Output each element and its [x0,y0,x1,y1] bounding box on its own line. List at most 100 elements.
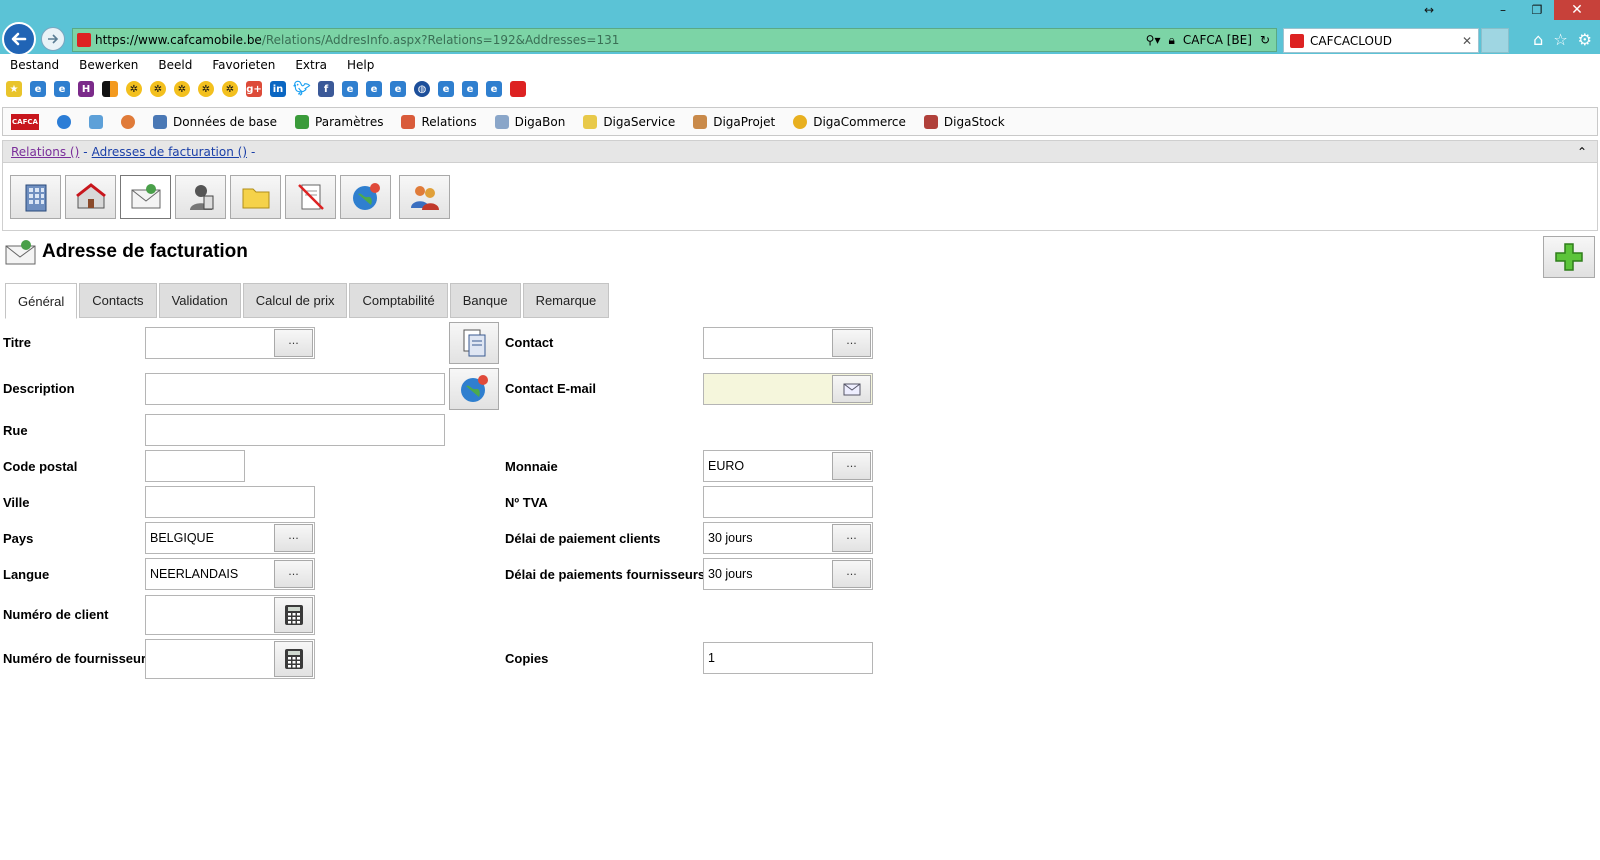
tab-contacts[interactable]: Contacts [79,283,157,318]
search-icon[interactable]: ⚲▾ [1146,33,1161,47]
billing-address-button[interactable] [120,175,171,219]
close-tab-icon[interactable]: ✕ [1462,34,1472,48]
globe-icon[interactable] [57,114,71,129]
delai-fournisseurs-lookup-button[interactable]: ··· [832,560,871,588]
monnaie-lookup-button[interactable]: ··· [832,452,871,480]
tva-field[interactable] [703,486,873,518]
site-identity[interactable]: CAFCA [BE] [1183,33,1252,47]
resize-icon[interactable]: ↔ [1412,0,1446,20]
breadcrumb-relations[interactable]: Relations () [11,145,79,159]
menu-bestand[interactable]: Bestand [10,58,59,72]
toolbar-digabon[interactable]: DigaBon [494,114,565,129]
toolbar-digaservice[interactable]: DigaService [583,114,675,129]
menu-favorieten[interactable]: Favorieten [212,58,275,72]
web-button[interactable] [340,175,391,219]
pays-lookup-button[interactable]: ··· [274,524,313,552]
favorites-star-icon[interactable]: ☆ [1553,30,1567,49]
tab-calcul-de-prix[interactable]: Calcul de prix [242,283,348,318]
ie-link-icon[interactable]: e [54,81,70,97]
tab-general[interactable]: Général [5,283,78,319]
address-bar[interactable]: https://www. cafcamobile.be/Relations/Add… [72,28,1277,52]
ie-link-icon[interactable]: e [30,81,46,97]
toolbar-digacommerce[interactable]: DigaCommerce [793,114,906,129]
contacts-button[interactable] [175,175,226,219]
toolbar-relations[interactable]: Relations [401,114,477,129]
user-icon[interactable] [121,114,135,129]
tva-label: Nº TVA [505,495,548,510]
titre-lookup-button[interactable]: ··· [274,329,313,357]
ie-link-icon[interactable]: e [438,81,454,97]
web-lookup-button[interactable] [449,368,499,410]
menu-beeld[interactable]: Beeld [158,58,192,72]
forward-button[interactable] [41,27,65,51]
langue-lookup-button[interactable]: ··· [274,560,313,588]
numero-client-generate-button[interactable] [274,597,313,633]
numero-fournisseur-generate-button[interactable] [274,641,313,677]
company-button[interactable] [10,175,61,219]
relations-button[interactable] [399,175,450,219]
folder-button[interactable] [230,175,281,219]
description-field[interactable] [145,373,445,405]
send-email-button[interactable] [832,375,871,403]
rue-field[interactable] [145,414,445,446]
menu-extra[interactable]: Extra [295,58,327,72]
tab-remarque[interactable]: Remarque [522,283,610,318]
delivery-address-button[interactable] [65,175,116,219]
home-icon[interactable]: ⌂ [1533,30,1543,49]
delai-clients-lookup-button[interactable]: ··· [832,524,871,552]
gear-icon[interactable]: ⚙ [1578,30,1592,49]
ie-link-icon[interactable]: e [366,81,382,97]
tab-banque[interactable]: Banque [449,283,521,318]
copies-field[interactable]: 1 [703,642,873,674]
back-button[interactable] [2,22,36,56]
page-heading: Adresse de facturation [4,236,248,268]
minimize-button[interactable]: – [1486,0,1520,20]
ie-link-icon[interactable]: e [462,81,478,97]
linkedin-icon[interactable]: in [270,81,286,97]
titre-label: Titre [3,335,31,350]
ville-field[interactable] [145,486,315,518]
new-tab-button[interactable] [1481,28,1509,53]
cafca-link-icon[interactable] [510,81,526,97]
toolbar-donnees-de-base[interactable]: Données de base [153,114,277,129]
menu-bewerken[interactable]: Bewerken [79,58,138,72]
wheel-link-icon[interactable]: ✲ [150,81,166,97]
tab-comptabilite[interactable]: Comptabilité [349,283,448,318]
close-window-button[interactable]: ✕ [1554,0,1600,20]
ie-link-icon[interactable]: e [342,81,358,97]
wheel-link-icon[interactable]: ✲ [174,81,190,97]
tab-validation[interactable]: Validation [158,283,241,318]
copy-address-button[interactable] [449,322,499,364]
wheel-link-icon[interactable]: ✲ [198,81,214,97]
form-tabs: Général Contacts Validation Calcul de pr… [5,283,610,319]
add-button[interactable] [1543,236,1595,278]
wheel-link-icon[interactable]: ✲ [126,81,142,97]
cafca-logo[interactable]: CAFCA [11,113,39,130]
breadcrumb-adresses-facturation[interactable]: Adresses de facturation () [92,145,247,159]
flag-link-icon[interactable] [102,81,118,97]
toolbar-digastock[interactable]: DigaStock [923,114,1005,129]
facebook-icon[interactable]: f [318,81,334,97]
code-postal-field[interactable] [145,450,245,482]
browser-tab[interactable]: CAFCACLOUD ✕ [1283,28,1479,53]
wheel-link-icon[interactable]: ✲ [222,81,238,97]
h-link-icon[interactable]: H [78,81,94,97]
langue-label: Langue [3,567,50,582]
sync-icon[interactable] [89,114,103,129]
twitter-icon[interactable]: 🐦︎ [293,81,311,97]
contact-lookup-button[interactable]: ··· [832,329,871,357]
google-plus-icon[interactable]: g+ [246,81,262,97]
menu-help[interactable]: Help [347,58,374,72]
restore-button[interactable]: ❐ [1520,0,1554,20]
toolbar-digaprojet[interactable]: DigaProjet [693,114,775,129]
document-icon [494,114,509,129]
refresh-icon[interactable]: ↻ [1260,33,1270,47]
globe-link-icon[interactable]: ◍ [414,81,430,97]
ie-link-icon[interactable]: e [486,81,502,97]
lock-icon[interactable]: 🔒︎ [1168,33,1174,48]
add-favorite-icon[interactable]: ★ [6,81,22,97]
documents-disabled-button[interactable] [285,175,336,219]
toolbar-parametres[interactable]: Paramètres [295,114,383,129]
ie-link-icon[interactable]: e [390,81,406,97]
collapse-icon[interactable]: ⌃ [1577,145,1587,159]
